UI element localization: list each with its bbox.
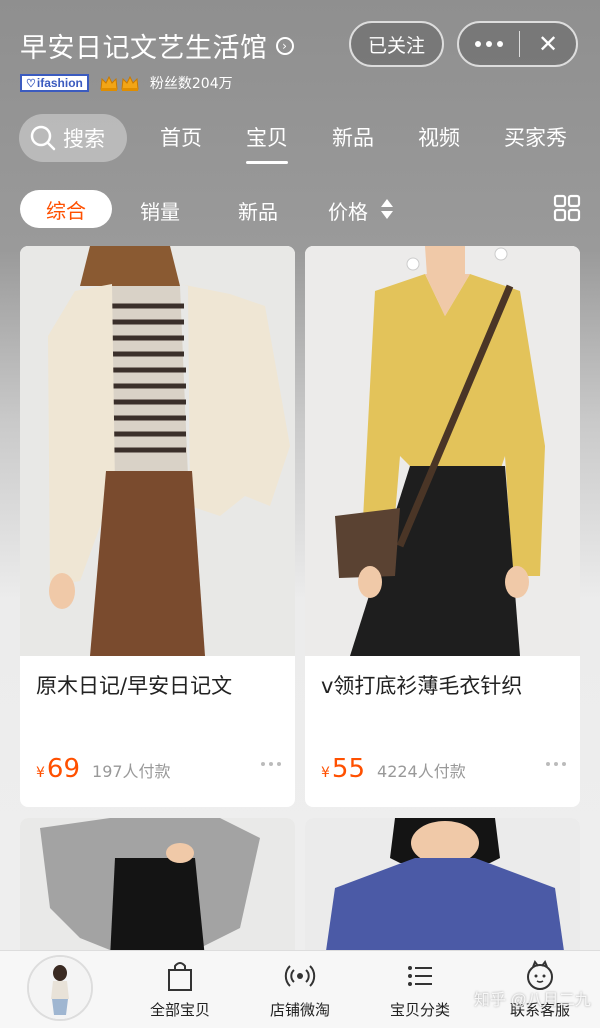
ifashion-badge: ♡ ifashion <box>20 74 89 92</box>
sales-count: 197人付款 <box>92 762 171 781</box>
all-items-label: 全部宝贝 <box>149 1001 210 1019</box>
broadcast-icon <box>284 965 316 987</box>
shop-feed-button[interactable]: 店铺微淘 <box>245 959 355 1020</box>
sales-count: 4224人付款 <box>377 762 466 781</box>
shop-title-row[interactable]: 早安日记文艺生活馆 › <box>20 26 294 65</box>
more-icon[interactable] <box>546 762 566 766</box>
product-card[interactable]: 原木日记/早安日记文 ¥ 69 197人付款 <box>20 246 295 807</box>
product-image[interactable] <box>305 246 580 656</box>
grid-view-icon[interactable] <box>553 194 581 222</box>
chevron-right-icon[interactable]: › <box>275 36 294 55</box>
price-row: ¥ 55 4224人付款 <box>321 754 466 784</box>
sort-new[interactable]: 新品 <box>238 196 278 225</box>
more-icon[interactable] <box>261 762 281 766</box>
sort-comprehensive[interactable]: 综合 <box>20 190 112 228</box>
watermark: 知乎 @八月二九 <box>474 992 591 1009</box>
shop-nav-tabs: 首页 宝贝 新品 视频 买家秀 <box>0 122 600 164</box>
sort-sales[interactable]: 销量 <box>140 196 180 225</box>
close-icon[interactable]: ✕ <box>520 30 576 58</box>
tab-home[interactable]: 首页 <box>160 122 202 152</box>
shop-feed-label: 店铺微淘 <box>269 1001 330 1019</box>
sort-price[interactable]: 价格 <box>328 196 368 225</box>
shop-header: 早安日记文艺生活馆 › 已关注 ✕ ♡ ifashion 粉丝数204万 <box>0 0 600 100</box>
category-button[interactable]: 宝贝分类 <box>365 959 475 1020</box>
crown-icon <box>100 75 118 91</box>
crown-icon <box>121 75 139 91</box>
shop-name[interactable]: 早安日记文艺生活馆 <box>20 26 268 65</box>
product-card[interactable] <box>305 818 580 958</box>
sort-arrows-icon[interactable] <box>380 197 394 221</box>
ifashion-label: ifashion <box>36 76 83 90</box>
all-items-button[interactable]: 全部宝贝 <box>125 959 235 1020</box>
product-image[interactable] <box>305 818 580 958</box>
product-price: 69 <box>46 754 81 784</box>
product-card[interactable] <box>20 818 295 958</box>
tab-video[interactable]: 视频 <box>418 122 460 152</box>
currency-symbol: ¥ <box>36 765 45 781</box>
currency-symbol: ¥ <box>321 765 330 781</box>
shop-badges: ♡ ifashion 粉丝数204万 <box>20 73 233 93</box>
tab-items[interactable]: 宝贝 <box>246 122 288 164</box>
category-list-icon <box>408 966 432 986</box>
product-title[interactable]: v领打底衫薄毛衣针织 <box>321 670 522 700</box>
product-title[interactable]: 原木日记/早安日记文 <box>36 670 232 700</box>
product-card[interactable]: v领打底衫薄毛衣针织 ¥ 55 4224人付款 <box>305 246 580 807</box>
tab-new[interactable]: 新品 <box>332 122 374 152</box>
fan-count: 粉丝数204万 <box>149 76 233 92</box>
category-label: 宝贝分类 <box>389 1001 450 1019</box>
crown-rating <box>99 74 140 92</box>
follow-button[interactable]: 已关注 <box>349 21 444 67</box>
tab-buyer-show[interactable]: 买家秀 <box>504 122 567 152</box>
shopping-bag-icon <box>168 962 192 991</box>
more-icon[interactable] <box>459 41 519 47</box>
heart-icon: ♡ <box>26 77 36 90</box>
shop-avatar[interactable] <box>27 955 93 1021</box>
product-price: 55 <box>331 754 366 784</box>
price-row: ¥ 69 197人付款 <box>36 754 171 784</box>
product-image[interactable] <box>20 246 295 656</box>
product-image[interactable] <box>20 818 295 958</box>
avatar-image <box>29 957 91 1019</box>
header-action-pill: ✕ <box>457 21 578 67</box>
